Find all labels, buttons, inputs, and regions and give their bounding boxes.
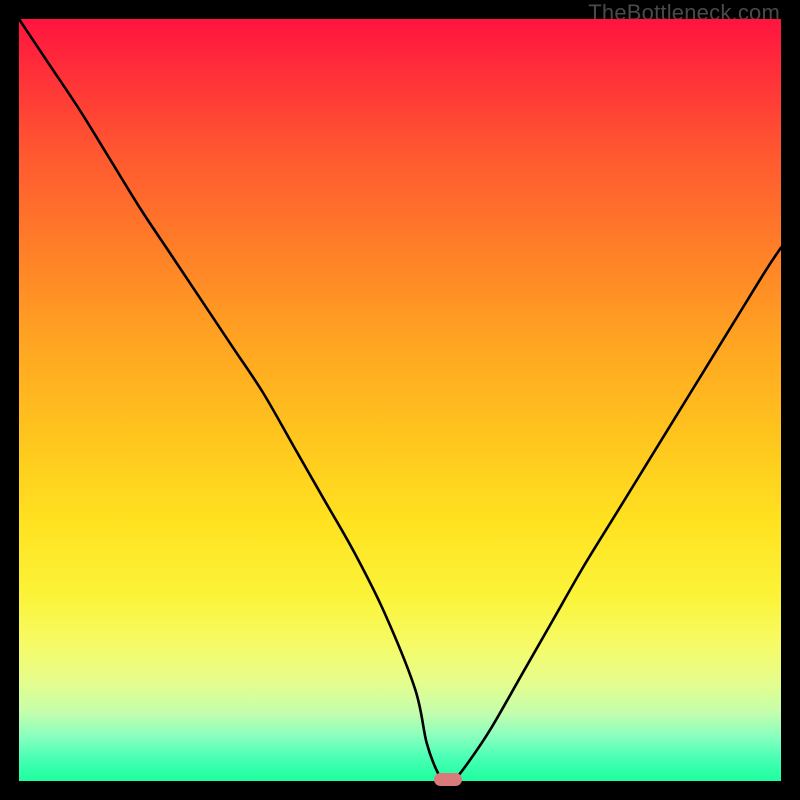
curve-svg	[19, 19, 781, 781]
optimal-marker	[434, 773, 462, 786]
plot-area	[19, 19, 781, 781]
bottleneck-curve-path	[19, 19, 781, 781]
chart-frame: TheBottleneck.com	[0, 0, 800, 800]
